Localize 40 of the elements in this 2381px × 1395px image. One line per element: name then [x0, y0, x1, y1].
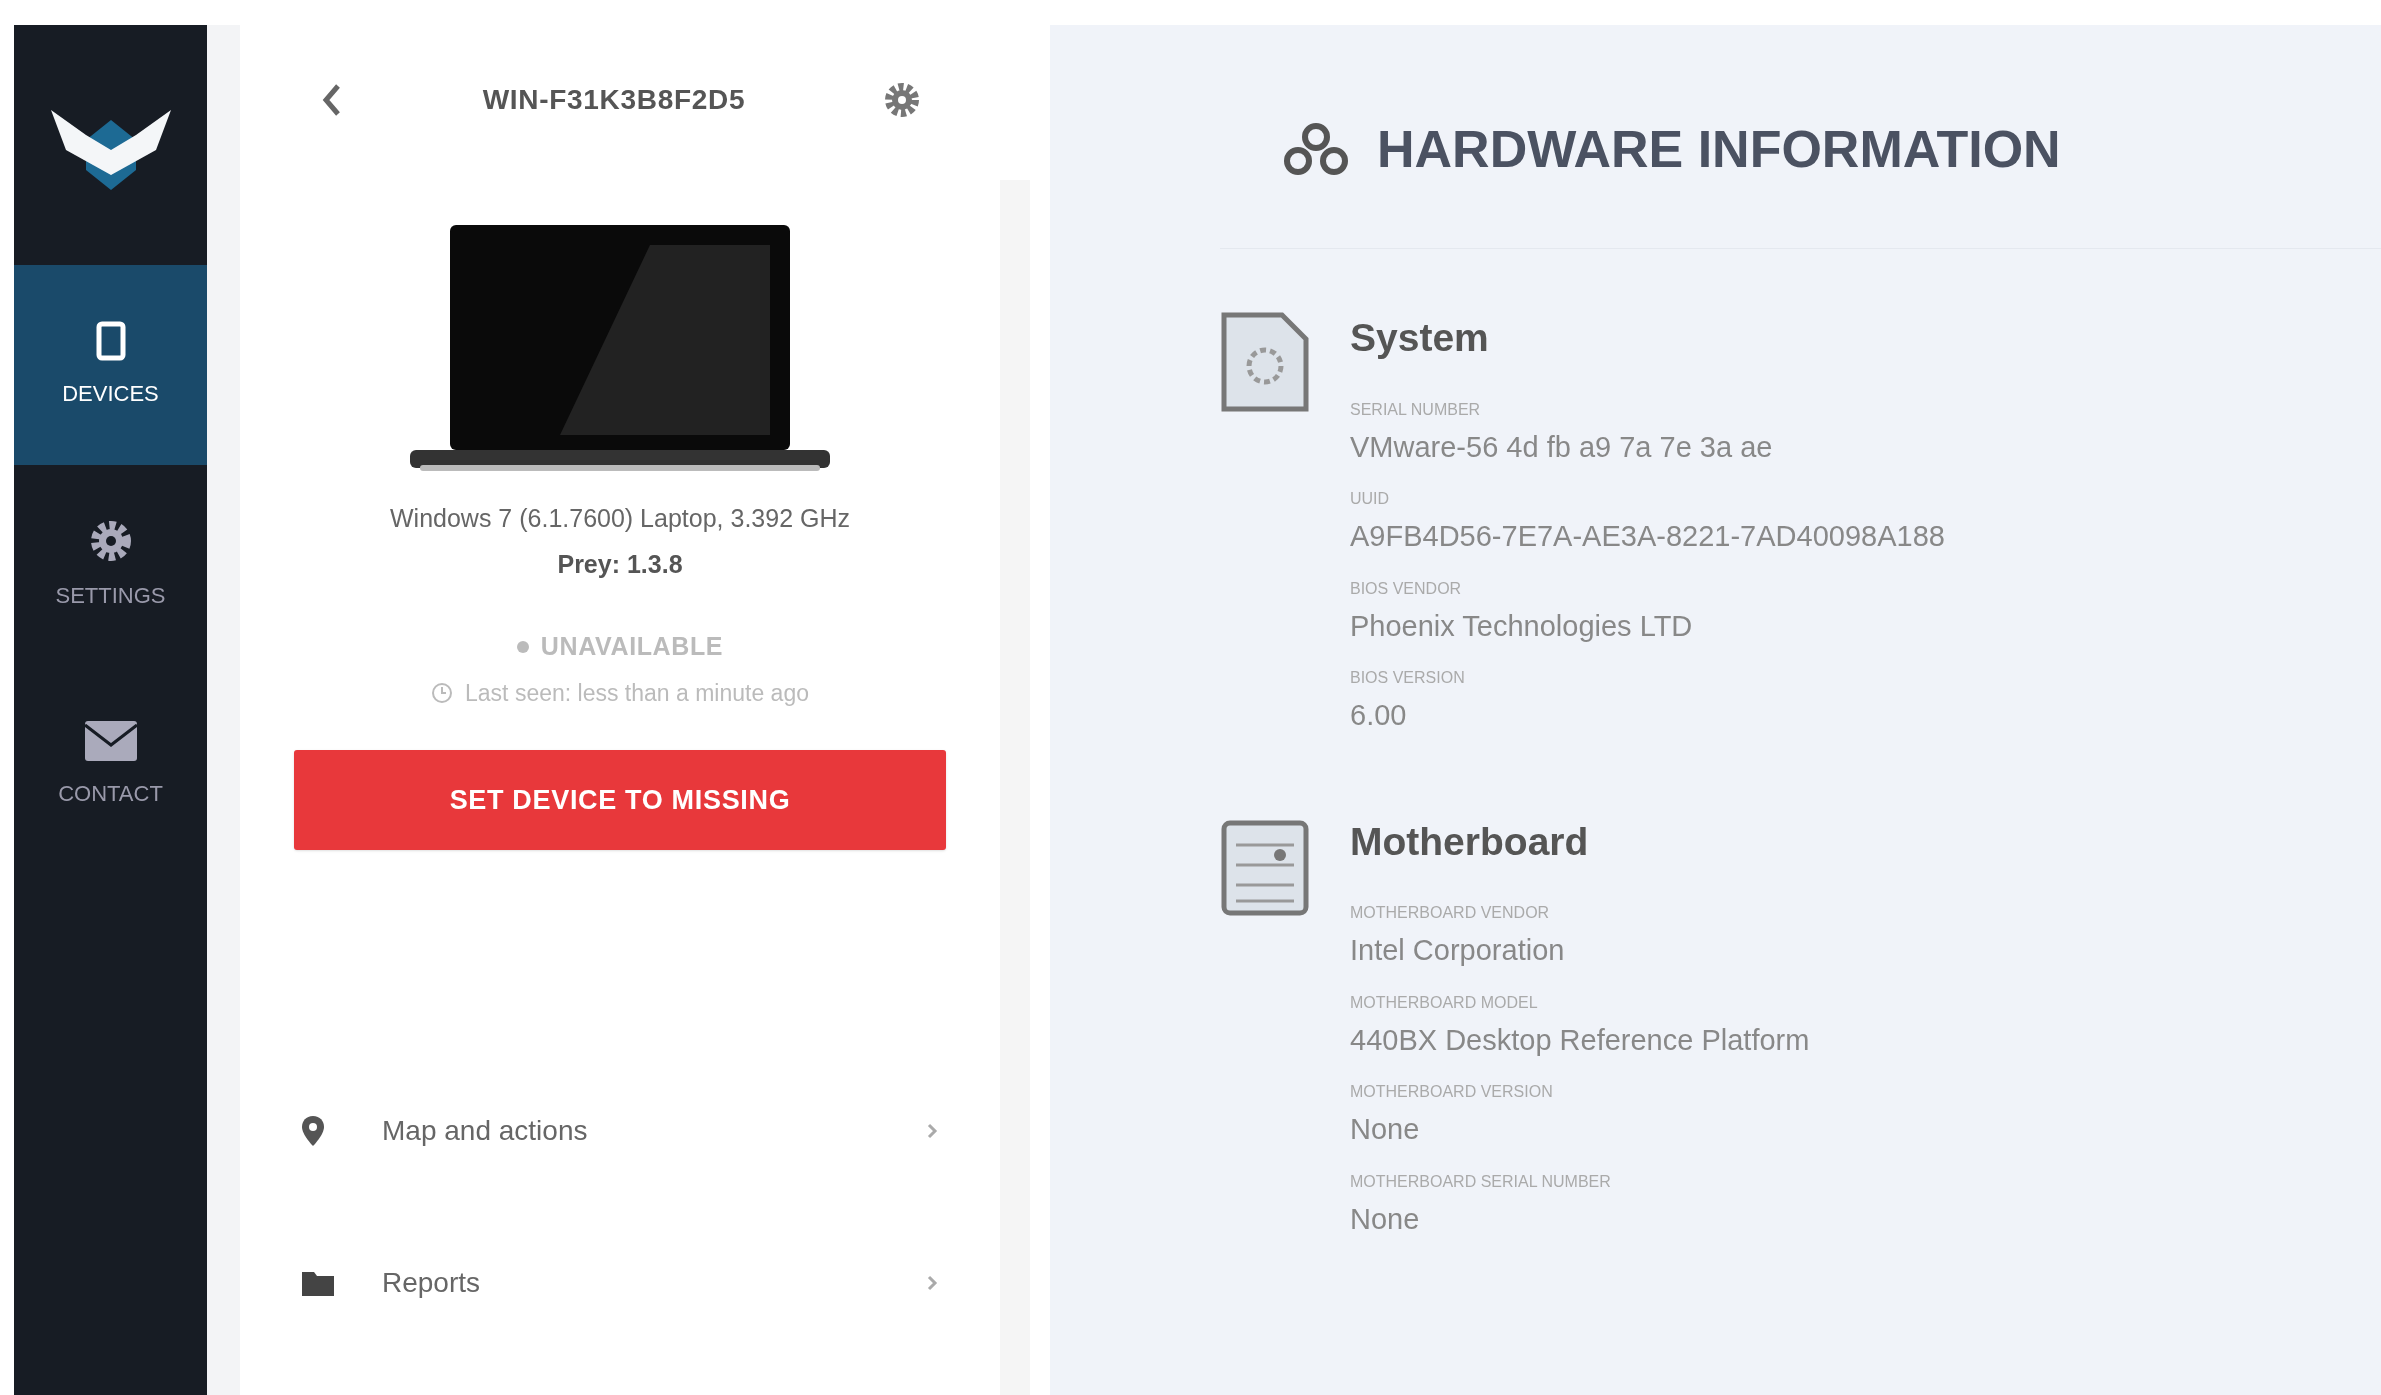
field-value: None: [1350, 1201, 1421, 1237]
field-value: Phoenix Technologies LTD: [1350, 608, 1694, 644]
section-title: HARDWARE INFORMATION: [1377, 119, 2061, 180]
set-missing-button[interactable]: SET DEVICE TO MISSING: [294, 750, 946, 850]
menu-link[interactable]: Map and actions: [302, 1110, 938, 1152]
status-label: UNAVAILABLE: [540, 631, 724, 662]
settings-icon: [88, 518, 133, 563]
tablet-icon: [95, 320, 126, 361]
section-heading: System: [1350, 315, 1490, 361]
map-pin-icon: [302, 1116, 324, 1146]
field-value: 440BX Desktop Reference Platform: [1350, 1022, 1810, 1058]
field-label: MOTHERBOARD SERIAL NUMBER: [1350, 1171, 1612, 1192]
envelope-icon: [84, 720, 137, 761]
field-label: MOTHERBOARD MODEL: [1350, 992, 1539, 1013]
field-label: MOTHERBOARD VERSION: [1350, 1082, 1554, 1102]
device-title: WIN-F31K3B8F2D5: [482, 83, 746, 117]
chevron-icon: [926, 1274, 938, 1292]
menu-link[interactable]: Reports: [302, 1262, 938, 1304]
folder-icon: [302, 1270, 334, 1296]
field-label: BIOS VERSION: [1350, 668, 1466, 688]
nav-item[interactable]: DEVICES: [14, 265, 207, 465]
field-label: MOTHERBOARD VENDOR: [1350, 903, 1551, 923]
field-label: UUID: [1350, 489, 1391, 509]
document-gear-icon: [1220, 311, 1310, 413]
agent-version: Prey: 1.3.8: [557, 548, 683, 580]
settings-icon[interactable]: [884, 82, 920, 118]
nav-item[interactable]: CONTACT: [14, 665, 207, 865]
nav-item[interactable]: SETTINGS: [14, 465, 207, 665]
field-value: 6.00: [1350, 698, 1408, 733]
device-specs: Windows 7 (6.1.7600) Laptop, 3.392 GHz: [390, 503, 850, 534]
field-value: Intel Corporation: [1350, 933, 1566, 968]
last-seen: Last seen: less than a minute ago: [465, 678, 809, 708]
chevron-icon: [926, 1122, 938, 1140]
clock-icon: [431, 681, 453, 704]
section-heading: Motherboard: [1350, 818, 1590, 865]
field-label: SERIAL NUMBER: [1350, 399, 1482, 420]
field-value: A9FB4D56-7E7A-AE3A-8221-7AD40098A188: [1350, 519, 1945, 554]
field-value: None: [1350, 1112, 1421, 1147]
field-label: BIOS VENDOR: [1350, 578, 1463, 599]
field-value: VMware-56 4d fb a9 7a 7e 3a ae: [1350, 429, 1774, 465]
